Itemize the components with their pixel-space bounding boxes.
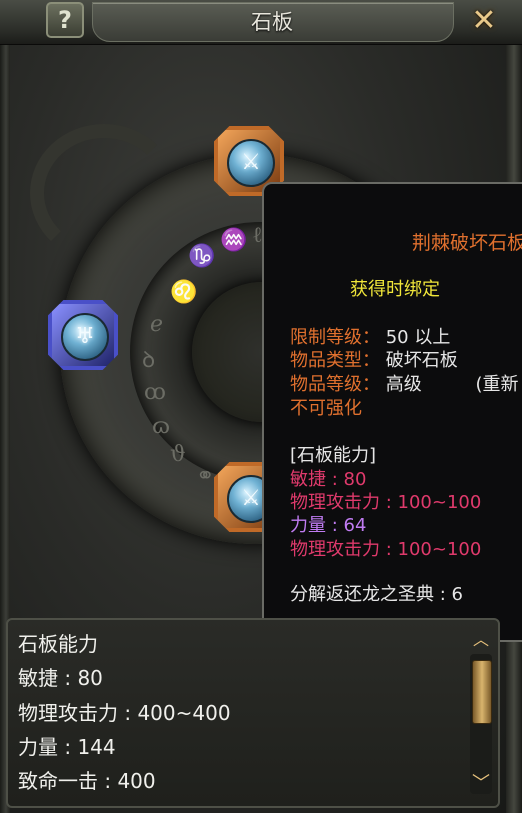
bind-status: 获得时绑定 xyxy=(350,279,440,300)
sword-gem-icon: ⚔ xyxy=(227,139,275,187)
shield-gem-icon: ♅ xyxy=(61,313,109,361)
scroll-up-icon[interactable]: ︿ xyxy=(470,630,492,650)
help-button[interactable]: ? xyxy=(46,2,84,38)
decompose-text: 分解返还龙之圣典 : 6 xyxy=(290,584,463,605)
summary-header: 石板能力 xyxy=(18,632,98,656)
tooltip-row-grade: 物品等级： 高级 (重新 xyxy=(290,374,519,395)
rune-glyph: ꝺ xyxy=(142,348,156,373)
ability-header: [石板能力] xyxy=(290,445,377,466)
ability-line: 物理攻击力 : 100~100 xyxy=(290,539,482,560)
summary-line: 力量 : 144 xyxy=(18,735,116,759)
item-name: 荆棘破坏石板 xyxy=(411,232,522,254)
rune-glyph: ♒ xyxy=(220,228,248,253)
rune-glyph: ꝏ xyxy=(144,380,166,405)
slate-ability-summary: 石板能力 敏捷 : 80 物理攻击力 : 400~400 力量 : 144 致命… xyxy=(6,618,500,808)
tooltip-row-type: 物品类型： 破坏石板 xyxy=(290,350,458,371)
rune-glyph: ⚭ xyxy=(196,464,215,489)
rune-glyph: ℯ xyxy=(150,312,164,337)
not-enhanceable-text: 不可强化 xyxy=(290,398,362,419)
rune-glyph: ℓ xyxy=(252,223,263,248)
rune-glyph: ♑ xyxy=(188,244,216,269)
scroll-down-icon[interactable]: ﹀ xyxy=(470,772,492,796)
slate-window: 石板 ? ✕ ♑ ♒ ♌ ℯ ꝺ ꝏ ɷ ϑ ⚭ ℓ ⚔ ♅ ⚔ 荆棘破坏石板 … xyxy=(0,0,522,813)
scrollbar-thumb[interactable] xyxy=(472,660,492,724)
title-bar[interactable]: 石板 ? ✕ xyxy=(0,0,522,45)
rune-glyph: ♌ xyxy=(170,280,198,305)
slate-socket-left[interactable]: ♅ xyxy=(48,300,118,370)
rune-glyph: ϑ xyxy=(170,442,186,467)
summary-line: 物理攻击力 : 400~400 xyxy=(18,701,231,725)
ability-line: 力量 : 64 xyxy=(290,515,367,536)
close-button[interactable]: ✕ xyxy=(466,4,502,38)
summary-line: 致命一击 : 400 xyxy=(18,769,156,793)
rune-glyph: ɷ xyxy=(152,414,171,439)
summary-line: 敏捷 : 80 xyxy=(18,666,103,690)
item-tooltip: 荆棘破坏石板 获得时绑定 限制等级： 50 以上 物品类型： 破坏石板 物品等级… xyxy=(262,182,522,642)
window-title: 石板 xyxy=(251,10,293,34)
